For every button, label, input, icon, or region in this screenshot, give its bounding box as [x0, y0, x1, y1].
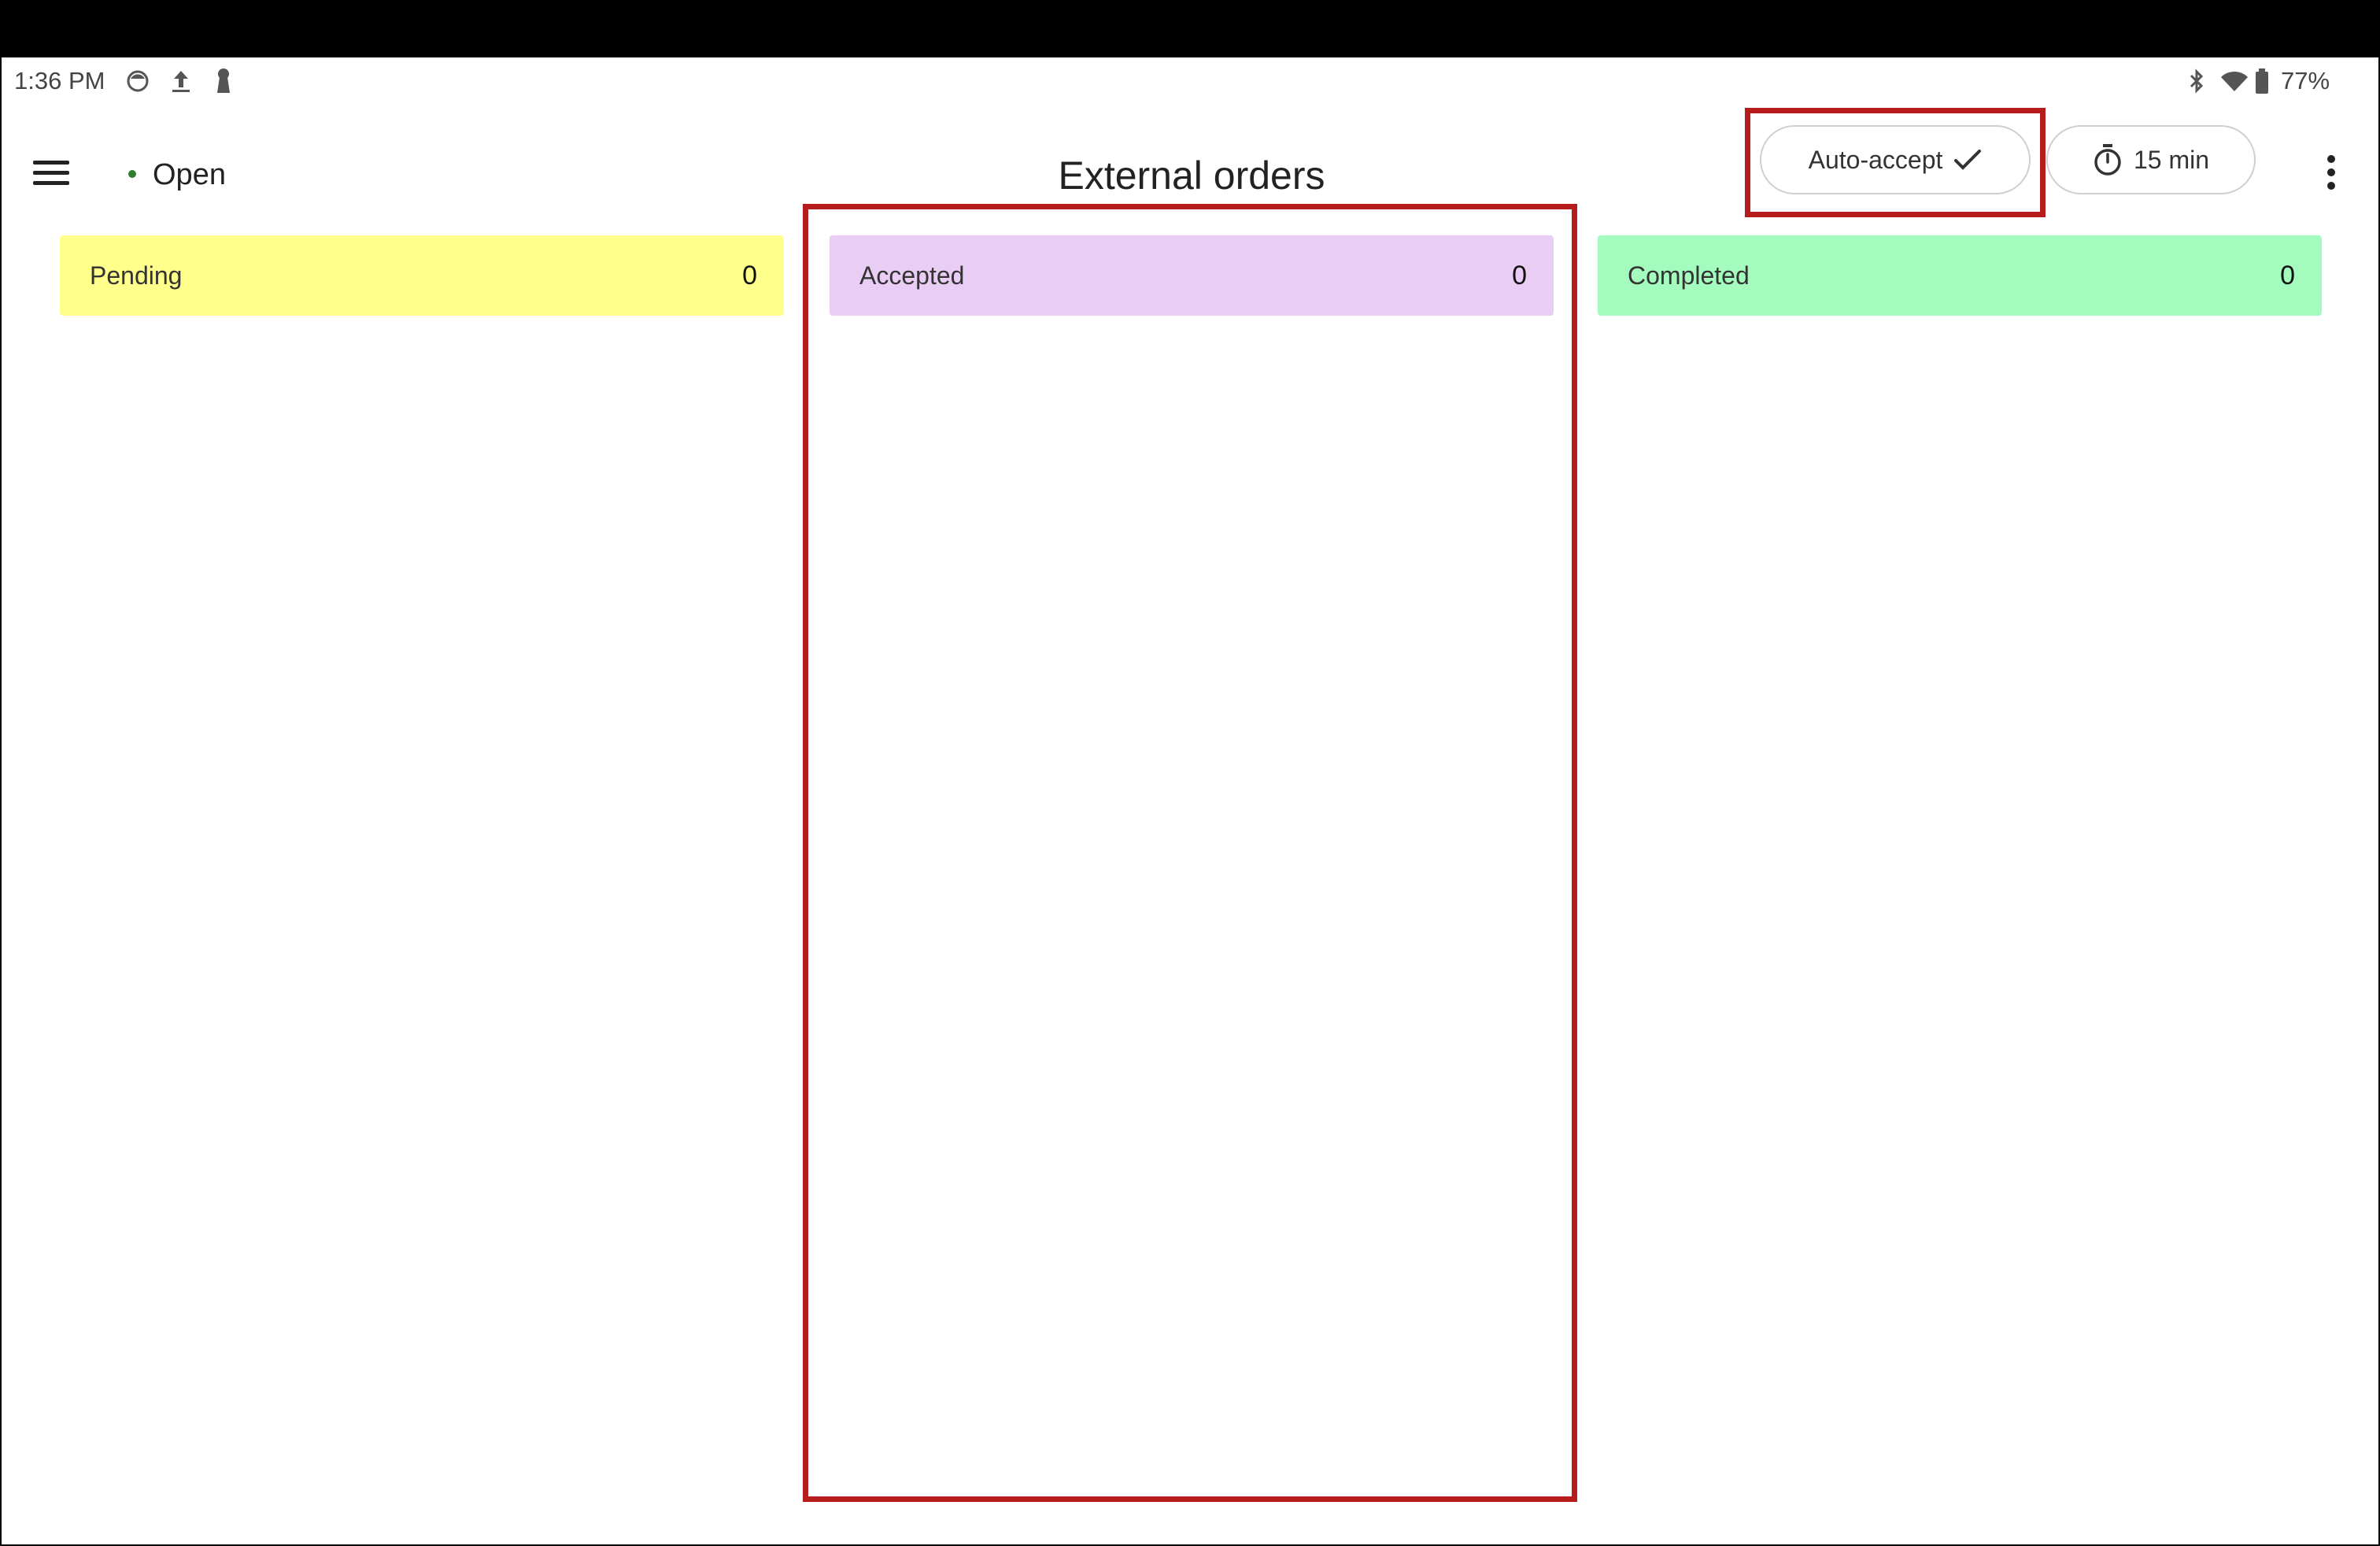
completed-column-label: Completed: [1628, 261, 1750, 290]
prep-time-label: 15 min: [2133, 145, 2210, 174]
pending-column-label: Pending: [90, 261, 183, 290]
wifi-icon: [2219, 65, 2249, 97]
battery-percentage: 77%: [2281, 67, 2330, 94]
accepted-column-header[interactable]: Accepted 0: [830, 235, 1554, 316]
bluetooth-icon: [2188, 65, 2205, 97]
pending-column-header[interactable]: Pending 0: [60, 235, 784, 316]
more-options-button[interactable]: [2308, 141, 2355, 204]
menu-button[interactable]: [24, 146, 79, 201]
accepted-count: 0: [1512, 260, 1527, 290]
store-status-label[interactable]: Open: [153, 157, 226, 193]
app-screen: 1:36 PM 77% Open External orders Auto-ac…: [2, 57, 2378, 1544]
checkmark-icon: [1954, 150, 1982, 170]
accepted-order-list: [830, 325, 1554, 1506]
prep-time-button[interactable]: 15 min: [2046, 125, 2256, 194]
data-saver-icon: [126, 65, 150, 97]
auto-accept-label: Auto-accept: [1808, 145, 1943, 174]
accepted-column-label: Accepted: [859, 261, 965, 290]
stopwatch-icon: [2094, 144, 2121, 176]
status-bar: 1:36 PM 77%: [2, 57, 2378, 105]
battery-icon: [2254, 65, 2270, 97]
app-bar: Open External orders Auto-accept 15 min: [2, 105, 2378, 223]
more-vertical-icon: [2327, 155, 2335, 190]
completed-column-header[interactable]: Completed 0: [1598, 235, 2322, 316]
page-title: External orders: [1058, 153, 1325, 198]
status-time: 1:36 PM: [14, 67, 105, 94]
auto-accept-button[interactable]: Auto-accept: [1760, 125, 2031, 194]
completed-order-list: [1598, 325, 2322, 1506]
upload-icon: [170, 65, 192, 97]
hamburger-menu-icon: [33, 161, 69, 185]
keyhole-icon: [214, 65, 233, 97]
pending-count: 0: [742, 260, 757, 290]
pending-order-list: [60, 325, 784, 1506]
completed-count: 0: [2280, 260, 2295, 290]
store-status-dot: [128, 170, 136, 178]
